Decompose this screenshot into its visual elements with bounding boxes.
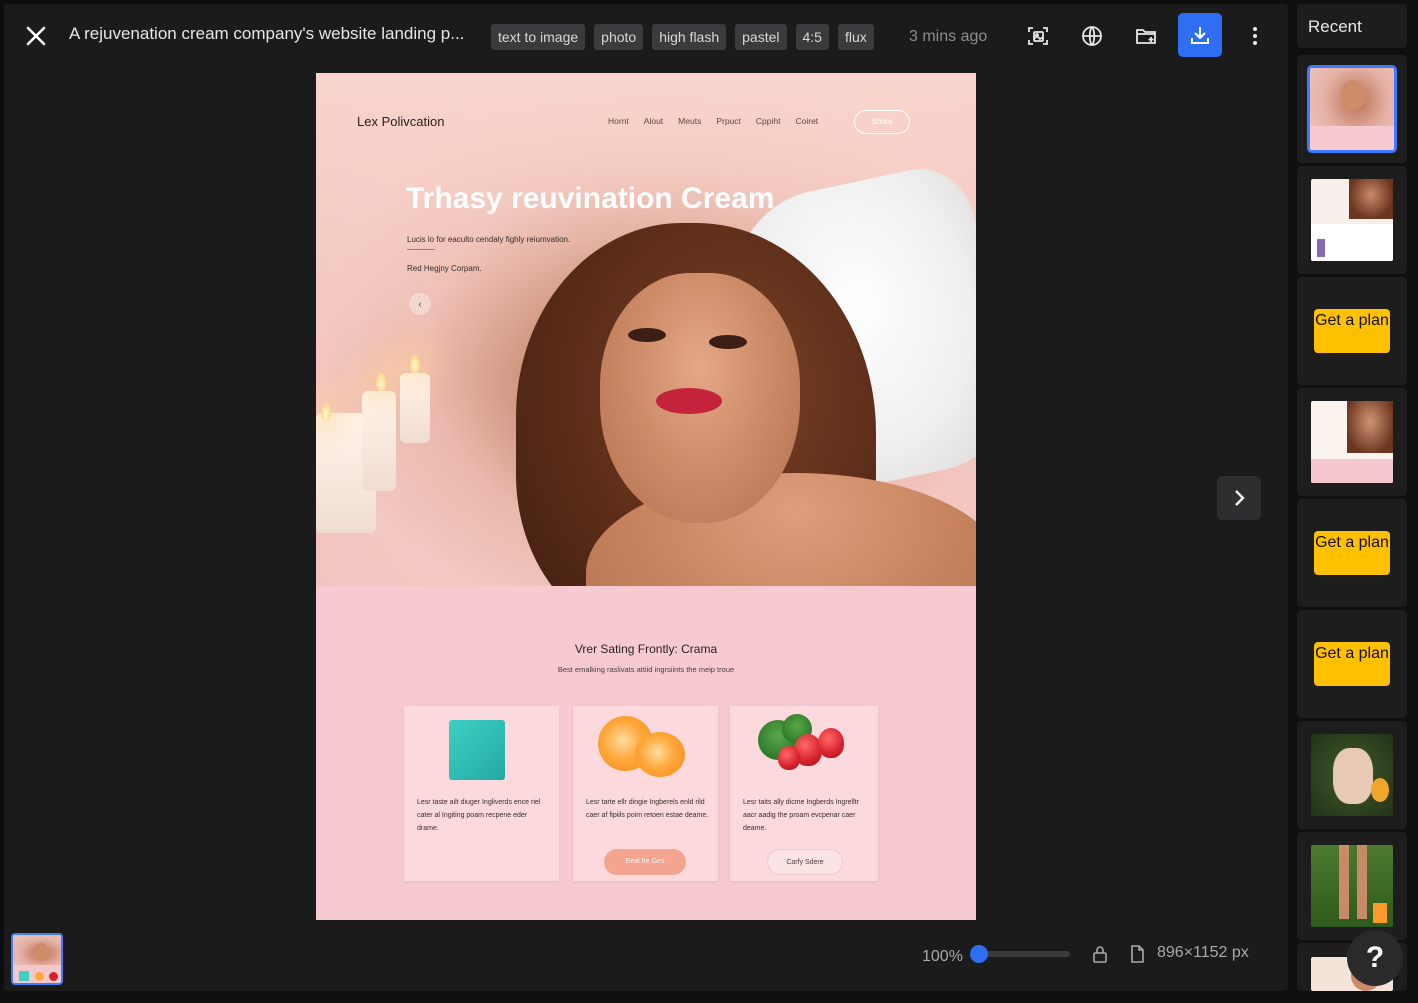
product-card-button: Carfy Sdere <box>767 849 843 875</box>
products-section: Vrer Sating Frontly: Crama Best emalking… <box>316 586 976 920</box>
get-plan-button[interactable]: Get a plan <box>1314 309 1390 353</box>
zoom-slider-handle[interactable] <box>970 945 988 963</box>
zoom-level: 100% <box>922 948 963 965</box>
recent-thumbnail-locked[interactable]: Get a plan <box>1297 499 1407 607</box>
hero-subtitle: Lucis lo for eaculto cendaly fighly reiu… <box>407 235 571 244</box>
recent-thumbnail-locked[interactable]: Get a plan <box>1297 277 1407 385</box>
tag[interactable]: flux <box>837 24 874 50</box>
next-image-button[interactable] <box>1217 476 1261 520</box>
recent-thumbnail[interactable] <box>1297 721 1407 829</box>
product-card: Lesr taste ailt diuger Ingliverds ence r… <box>404 706 559 881</box>
site-nav-item: Meuts <box>678 116 702 126</box>
globe-icon[interactable] <box>1074 18 1110 54</box>
top-bar: A rejuvenation cream company's website l… <box>4 4 1288 66</box>
download-icon[interactable] <box>1178 13 1222 57</box>
help-button[interactable]: ? <box>1347 930 1403 986</box>
lock-icon[interactable] <box>1090 944 1110 964</box>
recent-header: Recent <box>1297 4 1407 48</box>
recent-thumbnail[interactable] <box>1297 166 1407 274</box>
product-card: Lesr taits ally dicme Ingberds Ingrelltr… <box>730 706 878 881</box>
timestamp: 3 mins ago <box>909 28 988 45</box>
tag[interactable]: high flash <box>652 24 727 50</box>
image-crop-icon[interactable] <box>1020 18 1056 54</box>
model-lips <box>656 388 722 414</box>
recent-thumbnail[interactable] <box>1297 832 1407 940</box>
more-vertical-icon[interactable] <box>1237 18 1273 54</box>
hero-subtitle-2: Red Hegjny Corpam. <box>407 264 482 273</box>
site-nav-item: Alout <box>643 116 664 126</box>
site-nav-item: Hornt <box>608 116 629 126</box>
recent-thumbnail-locked[interactable]: Get a plan <box>1297 610 1407 718</box>
section-title: Vrer Sating Frontly: Crama <box>574 642 718 656</box>
image-title: A rejuvenation cream company's website l… <box>69 24 465 43</box>
product-card: Lesr tarte ellr dingie Ingberels enld ri… <box>573 706 718 881</box>
tag[interactable]: photo <box>594 24 644 50</box>
recent-thumbnail[interactable] <box>1297 55 1407 163</box>
folder-add-icon[interactable] <box>1128 18 1164 54</box>
divider <box>407 249 435 250</box>
candle <box>400 373 430 443</box>
generated-image: Lex Polivcation Hornt Alout Meuts Prpuct… <box>316 73 976 920</box>
site-nav-item: Coiret <box>795 116 819 126</box>
tag-list: text to image photo high flash pastel 4:… <box>491 24 874 50</box>
viewer-panel: A rejuvenation cream company's website l… <box>4 4 1288 991</box>
image-dimensions: 896×1152 px <box>1157 944 1249 961</box>
site-nav: Hornt Alout Meuts Prpuct Cppiht Coiret <box>608 116 818 126</box>
site-nav-item: Prpuct <box>716 116 741 126</box>
section-subtitle: Best emalking raslivats attiid ingrsiint… <box>557 665 735 674</box>
tag[interactable]: pastel <box>735 24 787 50</box>
tag[interactable]: 4:5 <box>795 24 829 50</box>
product-card-text: Lesr tarte ellr dingie Ingberels enld ri… <box>586 799 709 819</box>
tag[interactable]: text to image <box>491 24 586 50</box>
hero-photo: Lex Polivcation Hornt Alout Meuts Prpuct… <box>316 73 976 586</box>
recent-label: Recent <box>1308 17 1362 36</box>
chevron-left-icon: ‹ <box>409 293 431 315</box>
product-card-text: Lesr taits ally dicme Ingberds Ingrelltr… <box>743 799 859 832</box>
site-brand: Lex Polivcation <box>357 114 445 129</box>
product-card-text: Lesr taste ailt diuger Ingliverds ence r… <box>417 799 541 832</box>
candle <box>362 391 396 491</box>
site-nav-cta: Shure <box>854 110 910 134</box>
hero-title: Trhasy reuvination Cream <box>406 182 775 215</box>
document-icon <box>1127 944 1147 964</box>
product-pack-image <box>449 720 505 780</box>
app-window: A rejuvenation cream company's website l… <box>0 0 1418 1003</box>
get-plan-button[interactable]: Get a plan <box>1314 531 1390 575</box>
chevron-right-icon <box>1235 490 1245 506</box>
recent-thumbnail[interactable] <box>1297 388 1407 496</box>
current-image-thumbnail[interactable] <box>11 933 63 985</box>
recent-sidebar: Recent Get a plan Get a plan Get a plan <box>1297 0 1418 1003</box>
get-plan-button[interactable]: Get a plan <box>1314 642 1390 686</box>
product-card-button: Eeal Ire Ges <box>604 849 686 875</box>
close-icon[interactable] <box>22 22 50 50</box>
site-nav-item: Cppiht <box>755 116 781 126</box>
